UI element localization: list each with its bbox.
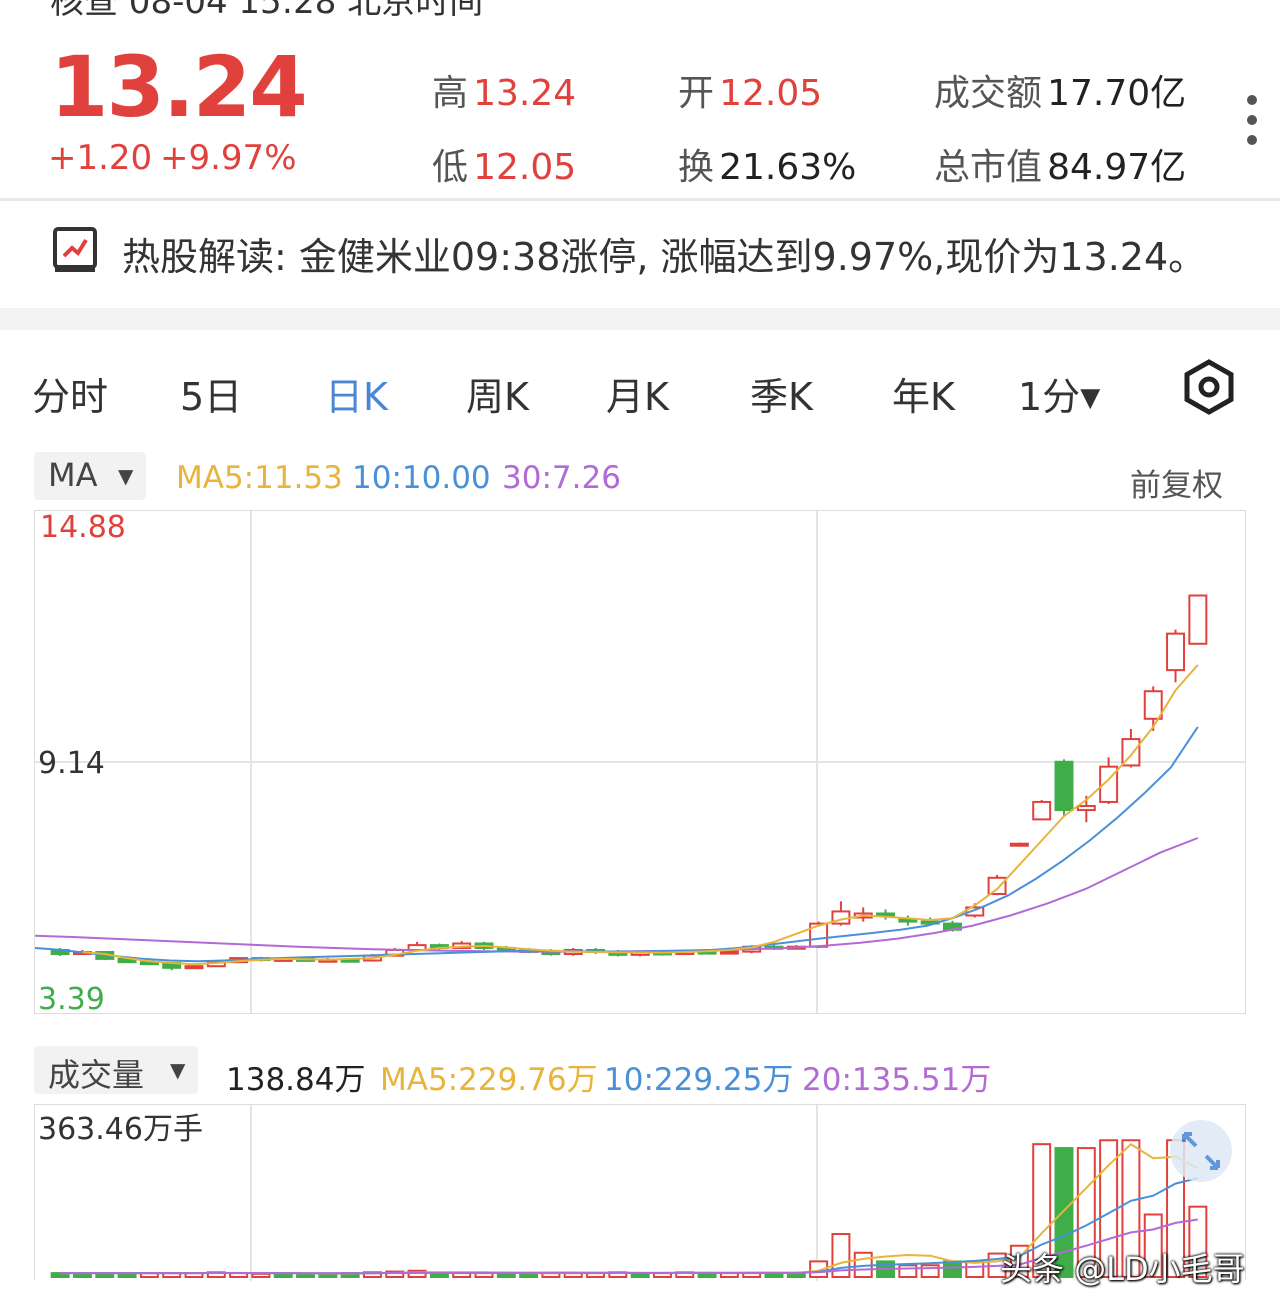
stat-open-value: 12.05 bbox=[719, 73, 823, 114]
stat-high: 高 13.24 bbox=[432, 64, 576, 116]
candle-up bbox=[1166, 632, 1186, 672]
stat-cap-value: 84.97亿 bbox=[1047, 147, 1187, 188]
adjust-mode[interactable]: 前复权 bbox=[1130, 460, 1223, 505]
caret-down-icon: ▼ bbox=[170, 1058, 186, 1082]
kline-chart[interactable] bbox=[34, 510, 1246, 1014]
stat-low-value: 12.05 bbox=[473, 147, 577, 188]
stat-amount-value: 17.70亿 bbox=[1047, 73, 1187, 114]
candle-up bbox=[1076, 805, 1096, 812]
price-axis-max: 14.88 bbox=[40, 510, 126, 545]
stat-turnover-rate: 换 21.63% bbox=[678, 138, 856, 190]
candle-up bbox=[184, 965, 204, 970]
more-menu-icon[interactable] bbox=[1240, 95, 1264, 147]
volume-current: 138.84万 bbox=[226, 1062, 366, 1098]
stat-market-cap: 总市值 84.97亿 bbox=[934, 138, 1186, 190]
stat-high-value: 13.24 bbox=[473, 73, 577, 114]
ma-selector[interactable]: MA ▼ bbox=[34, 452, 146, 500]
vol-ma10-value: 10:229.25万 bbox=[604, 1062, 794, 1098]
tab-minute-label: 1分 bbox=[1018, 375, 1081, 419]
vol-ma5-value: MA5:229.76万 bbox=[380, 1062, 598, 1098]
tab-yearly-k[interactable]: 年K bbox=[892, 366, 955, 421]
caret-down-icon: ▼ bbox=[1080, 383, 1101, 413]
stat-cap-label: 总市值 bbox=[934, 147, 1043, 188]
stat-high-label: 高 bbox=[432, 73, 469, 114]
candle-up bbox=[719, 950, 739, 955]
candle-up bbox=[1188, 594, 1208, 645]
tab-5day[interactable]: 5日 bbox=[180, 366, 242, 421]
volume-axis-max: 363.46万手 bbox=[38, 1112, 203, 1147]
candle-up bbox=[1143, 690, 1163, 720]
section-gap bbox=[0, 308, 1280, 330]
volume-selector-label: 成交量 bbox=[48, 1056, 145, 1094]
trend-book-icon bbox=[52, 226, 98, 276]
hot-stock-interpretation[interactable]: 热股解读: 金健米业09:38涨停, 涨幅达到9.97%,现价为13.24。 bbox=[122, 226, 1206, 281]
price-axis-mid: 9.14 bbox=[38, 746, 105, 781]
stock-header-title: 核查 08-04 15:28 北京时间 bbox=[50, 0, 484, 22]
candle-up bbox=[987, 876, 1007, 896]
stat-turnover-amount: 成交额 17.70亿 bbox=[934, 64, 1186, 116]
hexagon-settings-icon[interactable] bbox=[1180, 358, 1238, 416]
tab-daily-k[interactable]: 日K bbox=[325, 366, 388, 421]
candle-down bbox=[876, 912, 896, 917]
ma30-line bbox=[35, 837, 1199, 953]
current-price: 13.24 bbox=[50, 38, 308, 136]
fullscreen-expand-button[interactable] bbox=[1170, 1120, 1232, 1182]
tab-minute-dropdown[interactable]: 1分▼ bbox=[1018, 366, 1100, 421]
volume-bar-down bbox=[942, 1260, 962, 1279]
volume-bar-up bbox=[898, 1264, 918, 1278]
tab-quarterly-k[interactable]: 季K bbox=[750, 366, 813, 421]
stat-rate-label: 换 bbox=[678, 147, 715, 188]
price-axis-min: 3.39 bbox=[38, 982, 105, 1017]
price-change-abs: +1.20 bbox=[48, 138, 153, 178]
header-divider bbox=[0, 198, 1280, 201]
candle-down bbox=[898, 918, 918, 923]
tab-monthly-k[interactable]: 月K bbox=[606, 366, 669, 421]
stat-low: 低 12.05 bbox=[432, 138, 576, 190]
stat-amount-label: 成交额 bbox=[934, 73, 1043, 114]
candle-up bbox=[1032, 800, 1052, 821]
stat-open: 开 12.05 bbox=[678, 64, 822, 116]
candle-down bbox=[1054, 760, 1074, 812]
ma-selector-label: MA bbox=[48, 456, 98, 494]
ma10-value: 10:10.00 bbox=[352, 460, 491, 496]
stat-low-label: 低 bbox=[432, 147, 469, 188]
vol-ma20-value: 20:135.51万 bbox=[802, 1062, 992, 1098]
tab-weekly-k[interactable]: 周K bbox=[466, 366, 529, 421]
expand-arrows-icon bbox=[1182, 1132, 1220, 1170]
watermark: 头条 @LD小毛哥 bbox=[1000, 1250, 1245, 1288]
volume-bar-up bbox=[251, 1272, 271, 1278]
ma5-line bbox=[82, 664, 1199, 966]
ma5-value: MA5:11.53 bbox=[176, 460, 343, 496]
caret-down-icon: ▼ bbox=[118, 464, 134, 488]
stat-rate-value: 21.63% bbox=[719, 147, 857, 188]
candle-up bbox=[1009, 842, 1029, 847]
ma30-value: 30:7.26 bbox=[502, 460, 621, 496]
volume-bar-down bbox=[296, 1272, 316, 1278]
price-change-pct: +9.97% bbox=[160, 138, 297, 178]
tab-intraday[interactable]: 分时 bbox=[32, 366, 108, 421]
volume-selector[interactable]: 成交量 ▼ bbox=[34, 1046, 198, 1094]
stat-open-label: 开 bbox=[678, 73, 715, 114]
